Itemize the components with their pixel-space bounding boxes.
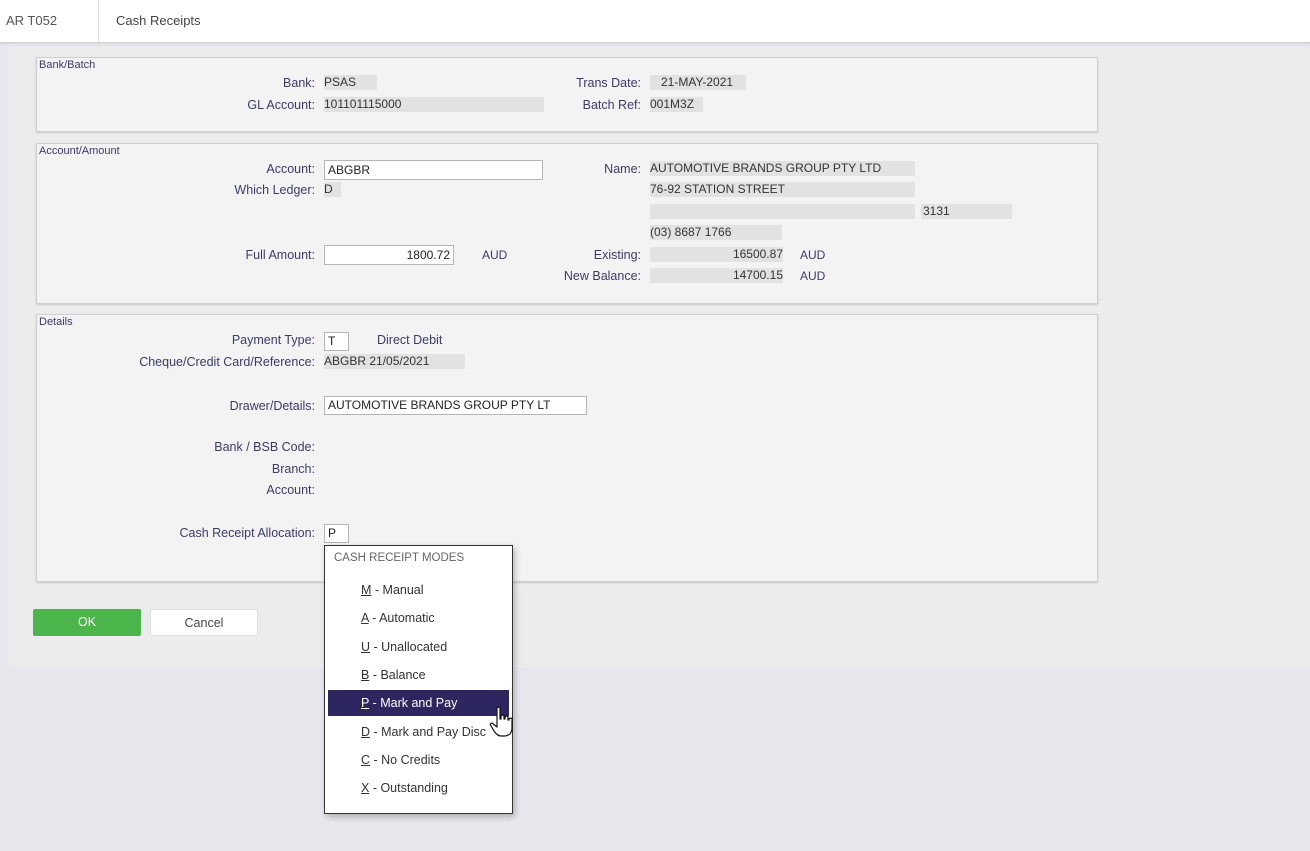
new-balance-field: 14700.15 <box>650 268 783 283</box>
mode-option-mark-and-pay-disc[interactable]: D - Mark and Pay Disc <box>328 719 509 745</box>
cash-receipt-modes-dropdown[interactable]: CASH RECEIPT MODES M - Manual A - Automa… <box>324 545 513 814</box>
payment-type-input[interactable]: T <box>324 332 349 351</box>
which-ledger-field: D <box>324 182 341 197</box>
which-ledger-label: Which Ledger: <box>234 183 315 197</box>
bsb-code-label: Bank / BSB Code: <box>214 440 315 454</box>
trans-date-field: 21-MAY-2021 <box>650 75 746 90</box>
mode-option-unallocated[interactable]: U - Unallocated <box>328 634 509 660</box>
mode-option-balance[interactable]: B - Balance <box>328 662 509 688</box>
postcode-field: 3131 <box>921 204 1012 219</box>
allocation-label: Cash Receipt Allocation: <box>179 526 316 540</box>
gl-account-label: GL Account: <box>247 98 315 112</box>
mode-option-no-credits[interactable]: C - No Credits <box>328 747 509 773</box>
hand-cursor-icon <box>489 706 513 737</box>
payment-type-description: Direct Debit <box>377 333 443 347</box>
full-amount-currency: AUD <box>482 248 508 262</box>
bank-batch-panel: Bank/Batch <box>36 57 1098 132</box>
account-input[interactable]: ABGBR <box>324 160 543 180</box>
bank-field: PSAS <box>324 75 377 90</box>
existing-field: 16500.87 <box>650 247 783 262</box>
drawer-details-label: Drawer/Details: <box>229 399 315 413</box>
new-balance-currency: AUD <box>800 269 826 283</box>
allocation-input[interactable]: P <box>324 524 349 543</box>
bank-label: Bank: <box>283 76 315 90</box>
new-balance-label: New Balance: <box>563 269 641 283</box>
dropdown-header: CASH RECEIPT MODES <box>334 552 465 564</box>
batch-ref-label: Batch Ref: <box>582 98 641 112</box>
branch-label: Branch: <box>271 462 315 476</box>
batch-ref-field: 001M3Z <box>650 97 703 112</box>
account-label: Account: <box>266 162 315 176</box>
mode-option-outstanding[interactable]: X - Outstanding <box>328 775 509 801</box>
name-field: AUTOMOTIVE BRANDS GROUP PTY LTD <box>650 161 915 176</box>
address-line2-field <box>650 204 915 219</box>
ok-button[interactable]: OK <box>33 609 141 636</box>
existing-currency: AUD <box>800 248 826 262</box>
phone-field: (03) 8687 1766 <box>650 225 782 240</box>
mode-option-manual[interactable]: M - Manual <box>328 577 509 603</box>
reference-field: ABGBR 21/05/2021 <box>324 354 465 369</box>
mode-option-mark-and-pay[interactable]: P - Mark and Pay <box>328 690 509 716</box>
full-amount-label: Full Amount: <box>245 248 315 262</box>
panel-title: Account/Amount <box>39 145 120 157</box>
address-line1-field: 76-92 STATION STREET <box>650 182 915 197</box>
existing-label: Existing: <box>593 248 641 262</box>
top-bar: AR T052 Cash Receipts <box>0 0 1310 43</box>
name-label: Name: <box>604 162 641 176</box>
drawer-details-input[interactable]: AUTOMOTIVE BRANDS GROUP PTY LT <box>324 396 587 415</box>
screen-code: AR T052 <box>6 13 58 28</box>
panel-title: Details <box>39 316 73 328</box>
full-amount-input[interactable]: 1800.72 <box>324 245 454 265</box>
panel-title: Bank/Batch <box>39 59 96 71</box>
bank-account-label: Account: <box>266 483 315 497</box>
divider <box>98 0 99 42</box>
trans-date-label: Trans Date: <box>576 76 641 90</box>
gl-account-field: 101101115000 <box>324 97 544 112</box>
reference-label: Cheque/Credit Card/Reference: <box>139 355 315 369</box>
mode-option-automatic[interactable]: A - Automatic <box>328 605 509 631</box>
cancel-button[interactable]: Cancel <box>150 609 258 636</box>
page-title: Cash Receipts <box>116 13 201 28</box>
payment-type-label: Payment Type: <box>231 333 315 347</box>
